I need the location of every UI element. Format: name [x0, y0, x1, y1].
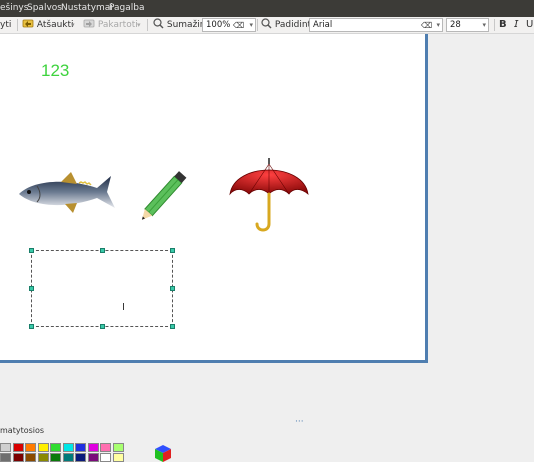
resize-handle[interactable]	[170, 324, 175, 329]
menu-help[interactable]: Pagalba	[109, 0, 145, 17]
umbrella-image[interactable]	[227, 152, 311, 234]
zoom-in-label: Padidinti	[274, 20, 314, 30]
toolbar: yti Atšaukti ▾ Pakartoti ▾ Sumažinti 100…	[0, 17, 534, 34]
color-swatch[interactable]	[25, 453, 36, 462]
redo-label: Pakartoti	[97, 20, 138, 30]
chevron-down-icon[interactable]: ▾	[249, 19, 253, 31]
color-swatch[interactable]	[62, 453, 74, 462]
clear-icon[interactable]: ⌫	[421, 20, 432, 32]
clear-button-label: yti	[0, 20, 12, 30]
undo-dropdown-arrow[interactable]: ▾	[71, 17, 75, 33]
splitter-handle-icon[interactable]: ···	[295, 417, 304, 427]
toolbar-separator	[17, 19, 18, 31]
font-name-combo[interactable]: Arial ⌫ ▾	[309, 18, 443, 32]
menu-image[interactable]: ešinys	[0, 0, 28, 17]
menu-bar: ešinys Spalvos Nustatymai Pagalba	[0, 0, 534, 17]
resize-handle[interactable]	[170, 248, 175, 253]
palette-label: matytosios	[0, 426, 45, 435]
color-swatch[interactable]	[0, 443, 11, 452]
text-selection-box[interactable]	[31, 250, 173, 327]
tuna-fish-image[interactable]	[15, 168, 119, 218]
toolbar-separator	[257, 19, 258, 31]
clear-button[interactable]: yti	[0, 17, 11, 33]
color-swatch[interactable]	[87, 453, 99, 462]
canvas-text[interactable]: 123	[41, 61, 69, 81]
zoom-in-button[interactable]: Padidinti	[261, 17, 314, 33]
color-swatch[interactable]	[37, 453, 49, 462]
clear-icon[interactable]: ⌫	[233, 20, 244, 32]
resize-handle[interactable]	[29, 324, 34, 329]
color-swatch[interactable]	[112, 453, 124, 462]
color-swatch[interactable]	[100, 453, 111, 462]
chevron-down-icon[interactable]: ▾	[482, 19, 486, 31]
color-swatch[interactable]	[0, 453, 11, 462]
color-swatch[interactable]	[50, 453, 61, 462]
menu-settings[interactable]: Nustatymai	[61, 0, 113, 17]
chevron-down-icon[interactable]: ▾	[436, 19, 440, 31]
redo-dropdown-arrow[interactable]: ▾	[137, 17, 141, 33]
color-swatch[interactable]	[25, 443, 36, 452]
font-size-combo[interactable]: 28 ▾	[446, 18, 489, 32]
underline-icon[interactable]: U	[526, 17, 533, 33]
zoom-value: 100%	[206, 20, 231, 30]
color-swatch[interactable]	[87, 443, 99, 452]
toolbar-separator	[147, 19, 148, 31]
zoom-combo[interactable]: 100% ⌫ ▾	[202, 18, 256, 32]
undo-button[interactable]: Atšaukti	[22, 17, 74, 33]
menu-colors[interactable]: Spalvos	[27, 0, 62, 17]
italic-icon[interactable]: 𝘐	[514, 17, 518, 33]
bold-icon[interactable]: 𝗕	[499, 17, 507, 33]
resize-handle[interactable]	[170, 286, 175, 291]
resize-handle[interactable]	[29, 286, 34, 291]
color-swatch[interactable]	[50, 443, 61, 452]
color-swatch[interactable]	[75, 443, 86, 452]
color-swatch[interactable]	[75, 453, 86, 462]
font-name-value: Arial	[313, 20, 333, 30]
zoom-out-icon	[153, 18, 164, 29]
toolbar-separator	[494, 19, 495, 31]
font-size-value: 28	[450, 20, 461, 30]
pencil-image[interactable]	[136, 162, 196, 224]
color-swatch[interactable]	[62, 443, 74, 452]
undo-label: Atšaukti	[36, 20, 74, 30]
color-swatch[interactable]	[12, 453, 24, 462]
text-cursor-icon: I	[122, 302, 125, 313]
color-swatch[interactable]	[12, 443, 24, 452]
resize-handle[interactable]	[100, 324, 105, 329]
resize-handle[interactable]	[29, 248, 34, 253]
color-swatch[interactable]	[100, 443, 111, 452]
redo-icon	[83, 19, 95, 28]
color-swatch[interactable]	[112, 443, 124, 452]
undo-icon	[22, 19, 34, 28]
color-cube-icon[interactable]	[153, 444, 173, 462]
redo-button[interactable]: Pakartoti	[83, 17, 138, 33]
resize-handle[interactable]	[100, 248, 105, 253]
color-swatch[interactable]	[37, 443, 49, 452]
zoom-in-icon	[261, 18, 272, 29]
